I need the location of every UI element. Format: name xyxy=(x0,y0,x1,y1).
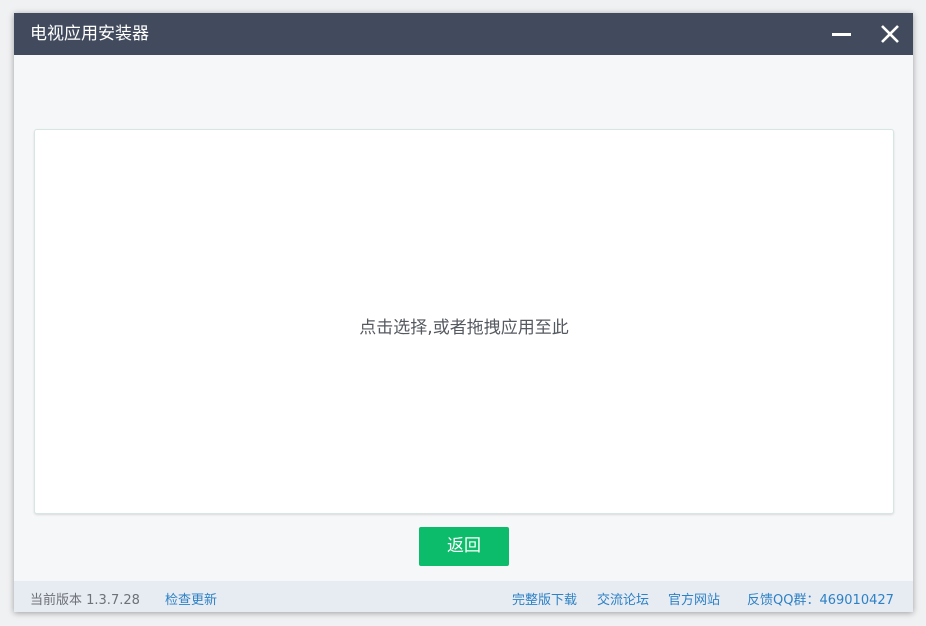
feedback-qq-group-link[interactable]: 反馈QQ群：469010427 xyxy=(747,589,894,608)
version-label: 当前版本 1.3.7.28 xyxy=(30,593,140,608)
status-bar: 当前版本 1.3.7.28 检查更新 完整版下载 交流论坛 官方网站 反馈QQ群… xyxy=(14,581,913,612)
drop-hint-text: 点击选择,或者拖拽应用至此 xyxy=(359,318,569,338)
file-drop-zone[interactable]: 点击选择,或者拖拽应用至此 xyxy=(34,129,894,514)
full-version-download-link[interactable]: 完整版下载 xyxy=(512,589,577,608)
close-button[interactable] xyxy=(877,21,903,47)
back-button[interactable]: 返回 xyxy=(419,527,509,566)
minimize-icon xyxy=(832,33,851,36)
official-site-link[interactable]: 官方网站 xyxy=(668,589,720,608)
window-title: 电视应用安装器 xyxy=(30,24,149,44)
forum-link[interactable]: 交流论坛 xyxy=(597,589,649,608)
minimize-button[interactable] xyxy=(829,21,855,47)
check-update-link[interactable]: 检查更新 xyxy=(165,589,217,608)
app-window: 电视应用安装器 点击选择,或者拖拽应用至此 返回 当前版本 1.3.7.28 检… xyxy=(14,13,913,612)
title-bar[interactable]: 电视应用安装器 xyxy=(14,13,913,55)
close-icon xyxy=(881,25,899,43)
